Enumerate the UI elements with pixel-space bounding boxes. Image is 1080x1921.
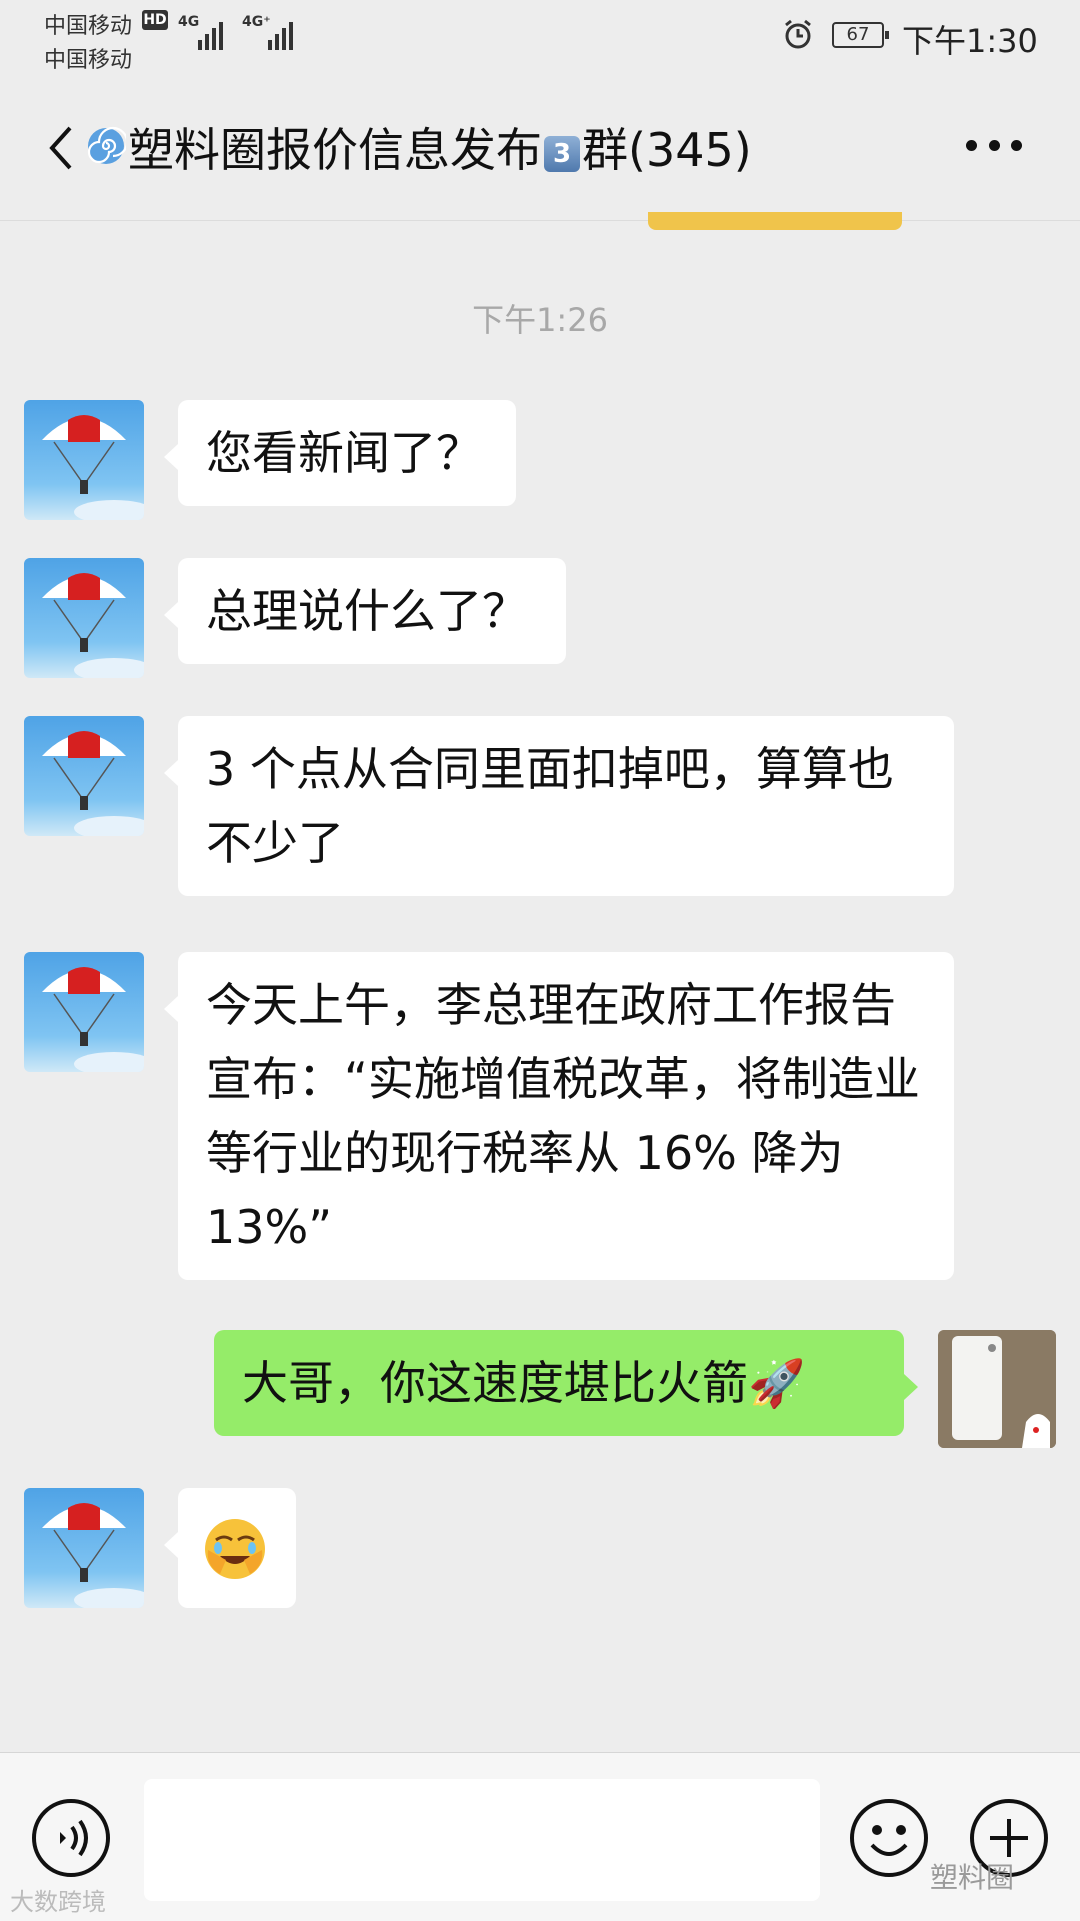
emoji-message-bubble[interactable] xyxy=(164,1488,296,1608)
sender-avatar[interactable] xyxy=(24,952,144,1072)
my-avatar[interactable] xyxy=(938,1330,1056,1448)
facepalm-laughing-emoji xyxy=(205,1518,265,1579)
sender-avatar[interactable] xyxy=(24,716,144,836)
status-bar: 中国移动 中国移动 HD 4G 4G⁺ 67 下午1:30 xyxy=(0,0,1080,78)
message-bubble[interactable]: 今天上午，李总理在政府工作报告宣布：“实施增值税改革，将制造业等行业的现行税率从… xyxy=(164,952,954,1280)
message-bubble[interactable]: 总理说什么了？ xyxy=(164,558,566,664)
watermark-left: 大数跨境 xyxy=(10,1888,106,1916)
alarm-icon xyxy=(785,19,811,49)
carrier-label-1: 中国移动 xyxy=(44,14,133,39)
network-type-1: 4G xyxy=(178,14,200,30)
emoji-icon[interactable] xyxy=(848,1797,930,1879)
hd-badge: HD xyxy=(142,10,168,30)
swirl-icon xyxy=(87,126,126,164)
network-type-2: 4G⁺ xyxy=(242,14,271,30)
chat-title-text: 塑料圈报价信息发布 xyxy=(128,123,542,177)
message-input[interactable] xyxy=(144,1779,820,1901)
chat-title: 塑料圈报价信息发布 3 群(345) xyxy=(128,114,752,180)
battery-icon: 67 xyxy=(832,22,889,48)
carrier-label-2: 中国移动 xyxy=(44,48,133,73)
message-bubble[interactable]: 3 个点从合同里面扣掉吧，算算也不少了 xyxy=(164,716,954,896)
chat-header: 塑料圈报价信息发布 3 群(345) xyxy=(0,78,1080,221)
more-options-icon[interactable] xyxy=(966,140,1022,156)
status-clock: 下午1:30 xyxy=(902,22,1038,60)
signal-icon-2 xyxy=(268,18,293,50)
voice-icon[interactable] xyxy=(30,1797,112,1879)
number-three-badge: 3 xyxy=(544,135,580,172)
signal-icon-1 xyxy=(198,18,223,50)
chat-title-count: 群(345) xyxy=(582,123,752,177)
sender-avatar[interactable] xyxy=(24,1488,144,1608)
sender-avatar[interactable] xyxy=(24,400,144,520)
message-timestamp: 下午1:26 xyxy=(472,301,608,339)
previous-message-edge xyxy=(648,212,902,230)
sender-avatar[interactable] xyxy=(24,558,144,678)
watermark-right: 塑料圈 xyxy=(930,1861,1015,1894)
input-bar xyxy=(0,1752,1080,1921)
back-arrow-icon[interactable] xyxy=(40,118,80,178)
my-message-bubble[interactable]: 大哥，你这速度堪比火箭🚀 xyxy=(214,1330,918,1436)
message-bubble[interactable]: 您看新闻了？ xyxy=(164,400,516,506)
